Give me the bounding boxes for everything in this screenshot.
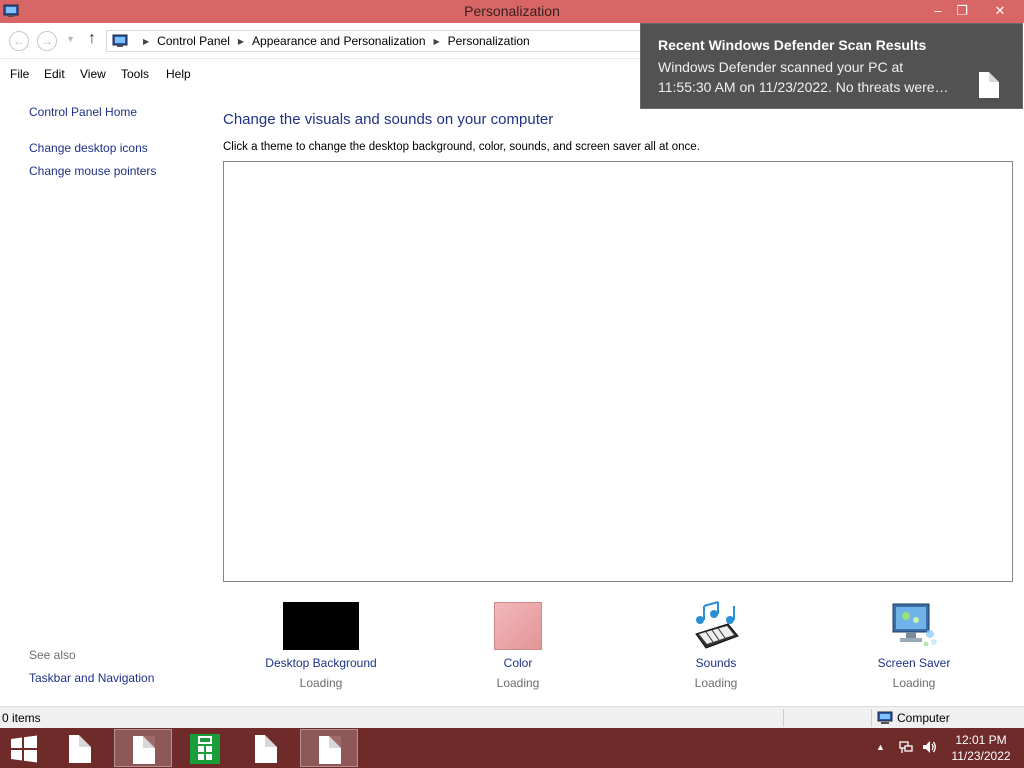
- breadcrumb-personalization[interactable]: Personalization: [448, 34, 530, 48]
- menu-file[interactable]: File: [10, 67, 29, 81]
- color-label[interactable]: Color: [448, 656, 588, 670]
- desktop-background-thumbnail[interactable]: [283, 602, 359, 650]
- window-title: Personalization: [464, 3, 560, 19]
- restore-button[interactable]: ❐: [948, 0, 976, 21]
- breadcrumb-control-panel[interactable]: Control Panel: [157, 34, 230, 48]
- items-count: 0 items: [2, 711, 41, 725]
- taskbar-document-icon[interactable]: [237, 729, 295, 767]
- document-icon: [979, 72, 999, 98]
- color-status: Loading: [496, 676, 540, 690]
- music-notes-keyboard-icon[interactable]: [690, 600, 742, 652]
- taskbar: ▲ 12:01 PM 11/23/2022: [0, 728, 1024, 768]
- document-icon: [133, 736, 155, 764]
- desktop-background-status: Loading: [299, 676, 343, 690]
- taskbar-document-icon[interactable]: [114, 729, 172, 767]
- back-arrow-icon[interactable]: ←: [9, 31, 29, 51]
- sounds-item[interactable]: Sounds Loading: [646, 600, 786, 690]
- change-desktop-icons-link[interactable]: Change desktop icons: [29, 141, 148, 155]
- windows-start-icon[interactable]: [8, 734, 40, 764]
- notification-title: Recent Windows Defender Scan Results: [658, 37, 927, 53]
- taskbar-store-icon[interactable]: [176, 729, 234, 767]
- forward-arrow-icon[interactable]: →: [37, 31, 57, 51]
- color-swatch[interactable]: [494, 602, 542, 650]
- page-instruction: Click a theme to change the desktop back…: [223, 141, 700, 153]
- title-bar[interactable]: Personalization – ❐ ✕: [0, 0, 1024, 23]
- menu-tools[interactable]: Tools: [121, 67, 149, 81]
- sounds-label[interactable]: Sounds: [646, 656, 786, 670]
- menu-edit[interactable]: Edit: [44, 67, 65, 81]
- close-button[interactable]: ✕: [986, 0, 1014, 21]
- clock-time: 12:01 PM: [955, 733, 1007, 747]
- theme-list[interactable]: [223, 161, 1013, 582]
- see-also-label: See also: [29, 648, 76, 662]
- recent-locations-dropdown-icon[interactable]: ▼: [66, 34, 75, 44]
- taskbar-and-navigation-link[interactable]: Taskbar and Navigation: [29, 671, 154, 685]
- desktop-background-item[interactable]: Desktop Background Loading: [251, 600, 391, 690]
- up-arrow-icon[interactable]: ↑: [88, 30, 96, 48]
- color-item[interactable]: Color Loading: [448, 600, 588, 690]
- status-divider: [783, 709, 784, 727]
- sounds-status: Loading: [694, 676, 738, 690]
- document-icon: [69, 735, 91, 763]
- document-icon: [255, 735, 277, 763]
- change-mouse-pointers-link[interactable]: Change mouse pointers: [29, 164, 156, 178]
- address-bar[interactable]: ▶ Control Panel ▶ Appearance and Personaliz…: [106, 30, 666, 52]
- screen-saver-status: Loading: [892, 676, 936, 690]
- page-title: Change the visuals and sounds on your co…: [223, 111, 554, 128]
- taskbar-document-icon[interactable]: [51, 729, 109, 767]
- chevron-right-icon[interactable]: ▶: [143, 37, 149, 46]
- left-task-pane: Control Panel Home Change desktop icons …: [0, 92, 210, 704]
- volume-icon[interactable]: [921, 739, 937, 755]
- breadcrumb-appearance[interactable]: Appearance and Personalization: [252, 34, 425, 48]
- chevron-right-icon[interactable]: ▶: [238, 37, 244, 46]
- taskbar-clock[interactable]: 12:01 PM 11/23/2022: [945, 732, 1017, 764]
- breadcrumb: ▶ Control Panel ▶ Appearance and Personaliz…: [135, 34, 530, 48]
- network-icon[interactable]: [899, 740, 913, 754]
- status-location: Computer: [897, 711, 950, 725]
- screen-saver-label[interactable]: Screen Saver: [844, 656, 984, 670]
- taskbar-document-icon[interactable]: [300, 729, 358, 767]
- control-panel-icon: [112, 34, 128, 47]
- menu-view[interactable]: View: [80, 67, 106, 81]
- desktop-background-label[interactable]: Desktop Background: [251, 656, 391, 670]
- monitor-bubbles-icon[interactable]: [888, 600, 940, 652]
- status-bar: 0 items Computer: [0, 706, 1024, 728]
- chevron-right-icon[interactable]: ▶: [434, 37, 440, 46]
- defender-notification-toast[interactable]: Recent Windows Defender Scan Results Win…: [640, 23, 1023, 109]
- show-hidden-icons-icon[interactable]: ▲: [876, 742, 885, 752]
- store-icon: [190, 734, 220, 764]
- screen-saver-item[interactable]: Screen Saver Loading: [844, 600, 984, 690]
- control-panel-home-link[interactable]: Control Panel Home: [29, 105, 137, 119]
- clock-date: 11/23/2022: [951, 749, 1011, 763]
- menu-help[interactable]: Help: [166, 67, 191, 81]
- notification-body: Windows Defender scanned your PC at 11:5…: [658, 59, 949, 95]
- status-divider: [871, 709, 872, 727]
- document-icon: [319, 736, 341, 764]
- computer-icon: [877, 711, 893, 724]
